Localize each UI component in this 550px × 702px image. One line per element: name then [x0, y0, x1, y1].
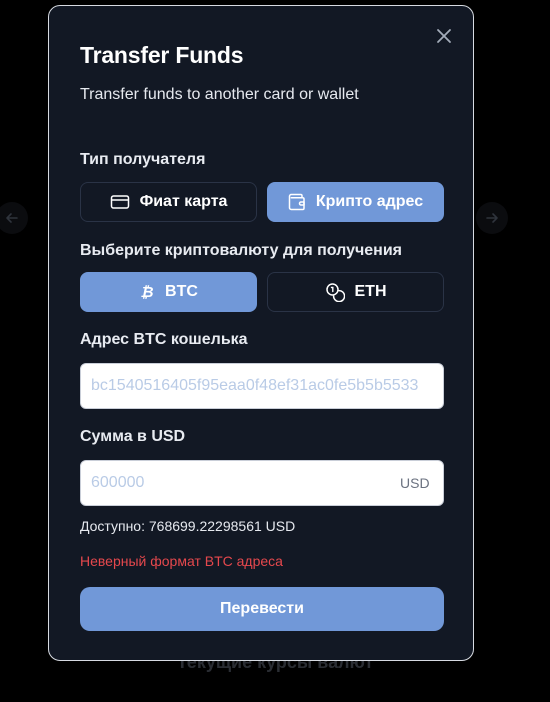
crypto-address-option[interactable]: Крипто адрес — [267, 182, 444, 222]
carousel-next-button[interactable] — [476, 202, 508, 234]
modal-subtitle: Transfer funds to another card or wallet — [80, 86, 359, 103]
bitcoin-icon: ₿ — [140, 283, 153, 301]
amount-input[interactable] — [80, 460, 444, 506]
arrow-right-icon — [486, 213, 498, 223]
btc-option[interactable]: ₿ BTC — [80, 272, 257, 312]
eth-label: ETH — [354, 283, 387, 300]
carousel-prev-button[interactable] — [0, 202, 28, 234]
available-balance: Доступно: 768699.22298561 USD — [80, 518, 296, 534]
currency-suffix: USD — [400, 475, 430, 491]
crypto-address-label: Крипто адрес — [315, 193, 424, 210]
transfer-submit-button[interactable]: Перевести — [80, 587, 444, 631]
recipient-type-label: Тип получателя — [80, 151, 206, 168]
credit-card-icon — [110, 195, 129, 209]
close-button[interactable] — [434, 26, 454, 46]
amount-label: Сумма в USD — [80, 428, 186, 445]
btc-label: BTC — [165, 283, 198, 300]
svg-text:₿: ₿ — [140, 283, 153, 301]
wallet-icon — [288, 193, 305, 211]
crypto-select-label: Выберите криптовалюту для получения — [80, 242, 403, 259]
coins-icon — [325, 283, 345, 302]
address-label: Адрес BTC кошелька — [80, 331, 248, 348]
fiat-card-label: Фиат карта — [139, 193, 228, 210]
fiat-card-option[interactable]: Фиат карта — [80, 182, 257, 222]
arrow-left-icon — [6, 213, 18, 223]
eth-option[interactable]: ETH — [267, 272, 444, 312]
modal-title: Transfer Funds — [80, 42, 244, 68]
address-error-message: Неверный формат BTC адреса — [80, 553, 283, 569]
wallet-address-input[interactable] — [80, 363, 444, 409]
close-icon — [437, 29, 451, 43]
